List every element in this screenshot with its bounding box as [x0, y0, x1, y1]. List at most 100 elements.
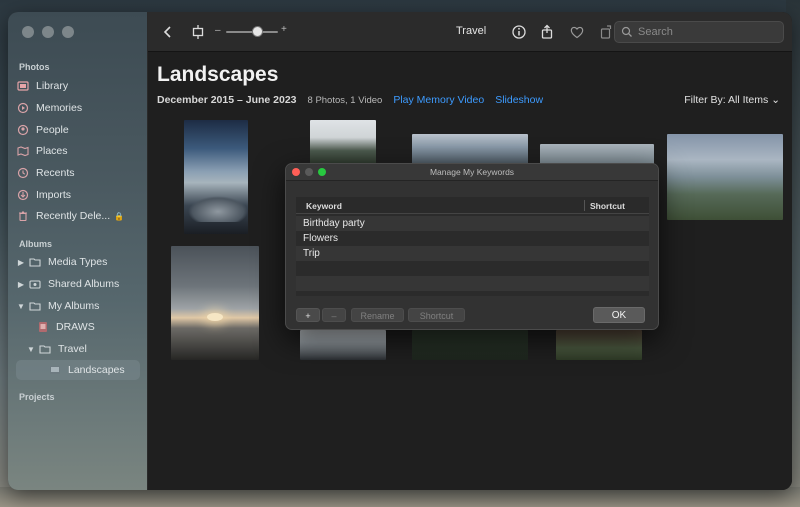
- manage-keywords-dialog: Manage My Keywords Keyword Shortcut Birt…: [285, 163, 659, 330]
- zoom-in-label: +: [281, 24, 287, 35]
- sidebar-item-people[interactable]: People: [16, 120, 140, 140]
- table-row[interactable]: Flowers: [296, 231, 649, 246]
- places-icon: [16, 144, 30, 158]
- shortcut-button[interactable]: Shortcut: [408, 308, 465, 322]
- column-header-shortcut[interactable]: Shortcut: [590, 201, 625, 211]
- minimize-button[interactable]: [42, 26, 54, 38]
- dialog-title: Manage My Keywords: [286, 167, 658, 177]
- search-field[interactable]: [614, 21, 784, 43]
- chevron-right-icon[interactable]: ▶: [16, 280, 26, 289]
- desktop-wallpaper-bottom: [0, 487, 800, 507]
- dialog-titlebar: Manage My Keywords: [286, 164, 658, 181]
- table-row[interactable]: Trip: [296, 246, 649, 261]
- column-divider: [584, 200, 585, 211]
- sidebar-item-label: DRAWS: [56, 321, 95, 333]
- photo-thumbnail[interactable]: [184, 120, 248, 234]
- filter-dropdown[interactable]: Filter By: All Items ⌄: [684, 94, 780, 106]
- rotate-icon[interactable]: [597, 23, 615, 41]
- sidebar-item-library[interactable]: Library: [16, 76, 140, 96]
- sidebar-item-places[interactable]: Places: [16, 141, 140, 161]
- sunset-image: [207, 313, 223, 321]
- sidebar-item-draws[interactable]: DRAWS: [36, 317, 140, 337]
- sidebar-item-label: People: [36, 124, 69, 136]
- page-title: Landscapes: [157, 63, 278, 87]
- toolbar: – + Travel: [148, 12, 792, 52]
- lock-icon: 🔒: [114, 212, 124, 221]
- sidebar-item-recents[interactable]: Recents: [16, 163, 140, 183]
- sidebar-item-my-albums[interactable]: ▼ My Albums: [16, 296, 140, 316]
- sidebar-item-label: Library: [36, 80, 68, 92]
- crop-adjust-icon[interactable]: [189, 23, 207, 41]
- search-icon: [621, 26, 633, 38]
- folder-icon: [28, 255, 42, 269]
- date-range: December 2015 – June 2023: [157, 94, 297, 106]
- folder-icon: [28, 299, 42, 313]
- sidebar-item-memories[interactable]: Memories: [16, 98, 140, 118]
- photo-thumbnail[interactable]: [412, 330, 528, 360]
- section-photos: Photos: [19, 62, 50, 72]
- column-header-keyword[interactable]: Keyword: [306, 201, 342, 211]
- album-subtitle: December 2015 – June 2023 8 Photos, 1 Vi…: [157, 94, 543, 106]
- photo-thumbnail[interactable]: [310, 120, 376, 164]
- rename-button[interactable]: Rename: [351, 308, 404, 322]
- airplane-wing-image: [188, 196, 248, 222]
- sidebar: Photos Library Memories People Places Re…: [8, 12, 148, 490]
- sidebar-item-label: Media Types: [48, 256, 107, 268]
- photo-thumbnail[interactable]: [556, 330, 642, 360]
- sidebar-item-label: My Albums: [48, 300, 99, 312]
- share-icon[interactable]: [538, 23, 556, 41]
- window-traffic-lights: [22, 26, 74, 38]
- sidebar-item-label: Recently Dele...: [36, 210, 110, 222]
- people-icon: [16, 123, 30, 137]
- section-albums: Albums: [19, 239, 52, 249]
- sidebar-item-landscapes[interactable]: Landscapes: [16, 360, 140, 380]
- keyword-table-header: Keyword Shortcut: [296, 197, 649, 214]
- zoom-slider-knob[interactable]: [252, 26, 263, 37]
- sidebar-item-label: Imports: [36, 189, 71, 201]
- zoom-button[interactable]: [62, 26, 74, 38]
- sidebar-item-label: Recents: [36, 167, 75, 179]
- chevron-right-icon[interactable]: ▶: [16, 258, 26, 267]
- sidebar-item-label: Places: [36, 145, 68, 157]
- memories-icon: [16, 101, 30, 115]
- photo-thumbnail[interactable]: [540, 144, 654, 164]
- chevron-down-icon[interactable]: ▼: [16, 302, 26, 311]
- remove-keyword-button[interactable]: –: [322, 308, 346, 322]
- photo-thumbnail[interactable]: [412, 134, 528, 164]
- photo-thumbnail[interactable]: [171, 246, 259, 360]
- keyword-table: Keyword Shortcut Birthday party Flowers …: [296, 197, 649, 296]
- folder-icon: [38, 342, 52, 356]
- sidebar-item-recently-deleted[interactable]: Recently Dele... 🔒: [16, 206, 140, 226]
- close-button[interactable]: [22, 26, 34, 38]
- filter-label: Filter By: All Items: [684, 94, 768, 106]
- slideshow-link[interactable]: Slideshow: [495, 94, 543, 106]
- chevron-down-icon: ⌄: [771, 94, 780, 106]
- play-memory-video-link[interactable]: Play Memory Video: [393, 94, 484, 106]
- back-chevron-icon[interactable]: [159, 23, 177, 41]
- sidebar-item-imports[interactable]: Imports: [16, 185, 140, 205]
- recents-icon: [16, 166, 30, 180]
- sidebar-item-shared-albums[interactable]: ▶ Shared Albums: [16, 274, 140, 294]
- table-row[interactable]: Birthday party: [296, 216, 649, 231]
- sidebar-item-label: Memories: [36, 102, 82, 114]
- sidebar-item-label: Shared Albums: [48, 278, 119, 290]
- search-input[interactable]: [638, 26, 768, 38]
- photo-thumbnail[interactable]: [300, 330, 386, 360]
- add-keyword-button[interactable]: +: [296, 308, 320, 322]
- sidebar-item-media-types[interactable]: ▶ Media Types: [16, 252, 140, 272]
- sidebar-item-travel[interactable]: ▼ Travel: [26, 339, 140, 359]
- album-thumbnail-icon: [48, 363, 62, 377]
- trash-icon: [16, 209, 30, 223]
- sidebar-item-label: Travel: [58, 343, 87, 355]
- info-icon[interactable]: [510, 23, 528, 41]
- ok-button[interactable]: OK: [593, 307, 645, 323]
- table-row-empty: [296, 261, 649, 276]
- library-icon: [16, 79, 30, 93]
- section-projects: Projects: [19, 392, 55, 402]
- zoom-out-label: –: [215, 25, 221, 36]
- chevron-down-icon[interactable]: ▼: [26, 345, 36, 354]
- imports-icon: [16, 188, 30, 202]
- table-row-empty: [296, 276, 649, 291]
- photo-thumbnail[interactable]: [667, 134, 783, 220]
- heart-icon[interactable]: [568, 23, 586, 41]
